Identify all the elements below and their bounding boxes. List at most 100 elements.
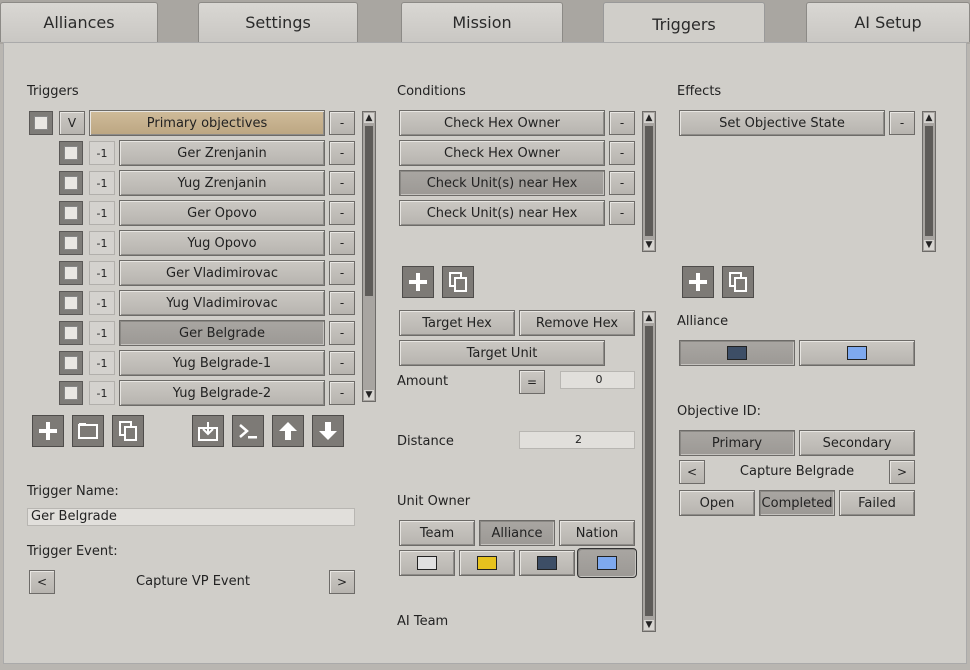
condition-row[interactable]: Check Hex Owner — [399, 140, 605, 166]
tab-ai-setup[interactable]: AI Setup — [806, 2, 970, 42]
alliance-color-navy[interactable] — [679, 340, 795, 366]
add-effect-button[interactable] — [682, 266, 714, 298]
copy-condition-button[interactable] — [442, 266, 474, 298]
owner-color-yellow[interactable] — [459, 550, 515, 576]
trigger-row[interactable]: Yug Zrenjanin — [119, 170, 325, 196]
owner-color-navy[interactable] — [519, 550, 575, 576]
trigger-row-checkbox[interactable] — [59, 381, 83, 405]
scroll-up-icon[interactable]: ▲ — [644, 113, 654, 123]
condition-row[interactable]: Check Hex Owner — [399, 110, 605, 136]
tab-triggers[interactable]: Triggers — [603, 2, 765, 46]
copy-trigger-button[interactable] — [112, 415, 144, 447]
trigger-row[interactable]: Yug Belgrade-2 — [119, 380, 325, 406]
trigger-row[interactable]: Ger Vladimirovac — [119, 260, 325, 286]
remove-trigger-button[interactable]: - — [329, 381, 355, 405]
scroll-thumb[interactable] — [925, 126, 933, 236]
effects-scrollbar[interactable]: ▲ ▼ — [922, 111, 936, 252]
trigger-group-checkbox[interactable] — [29, 111, 53, 135]
target-hex-button[interactable]: Target Hex — [399, 310, 515, 336]
trigger-row-checkbox[interactable] — [59, 261, 83, 285]
scroll-down-icon[interactable]: ▼ — [644, 620, 654, 630]
alliance-color-blue[interactable] — [799, 340, 915, 366]
remove-trigger-button[interactable]: - — [329, 231, 355, 255]
state-failed-button[interactable]: Failed — [839, 490, 915, 516]
scroll-down-icon[interactable]: ▼ — [924, 240, 934, 250]
trigger-name-input[interactable]: Ger Belgrade — [27, 508, 355, 526]
remove-trigger-button[interactable]: - — [329, 261, 355, 285]
scroll-thumb[interactable] — [645, 326, 653, 616]
distance-input[interactable]: 2 — [519, 431, 635, 449]
scroll-down-icon[interactable]: ▼ — [364, 390, 374, 400]
event-prev-button[interactable]: < — [29, 570, 55, 594]
trigger-row-checkbox[interactable] — [59, 321, 83, 345]
remove-hex-button[interactable]: Remove Hex — [519, 310, 635, 336]
conditions-scrollbar[interactable]: ▲ ▼ — [642, 111, 656, 252]
add-folder-button[interactable] — [72, 415, 104, 447]
remove-trigger-button[interactable]: - — [329, 201, 355, 225]
tab-mission[interactable]: Mission — [401, 2, 563, 42]
trigger-row[interactable]: Ger Zrenjanin — [119, 140, 325, 166]
copy-effect-button[interactable] — [722, 266, 754, 298]
trigger-row[interactable]: Yug Vladimirovac — [119, 290, 325, 316]
remove-trigger-button[interactable]: - — [329, 321, 355, 345]
event-next-button[interactable]: > — [329, 570, 355, 594]
tab-alliances[interactable]: Alliances — [0, 2, 158, 42]
expand-toggle-button[interactable]: V — [59, 111, 85, 135]
effect-set-objective-state[interactable]: Set Objective State — [679, 110, 885, 136]
remove-condition-button[interactable]: - — [609, 201, 635, 225]
trigger-row-checkbox[interactable] — [59, 141, 83, 165]
state-open-button[interactable]: Open — [679, 490, 755, 516]
owner-tab-alliance[interactable]: Alliance — [479, 520, 555, 546]
trigger-row-checkbox[interactable] — [59, 351, 83, 375]
scroll-up-icon[interactable]: ▲ — [644, 313, 654, 323]
condition-row[interactable]: Check Unit(s) near Hex — [399, 170, 605, 196]
trigger-row-checkbox[interactable] — [59, 201, 83, 225]
scroll-thumb[interactable] — [645, 126, 653, 236]
remove-trigger-button[interactable]: - — [329, 291, 355, 315]
amount-operator-button[interactable]: = — [519, 370, 545, 394]
objective-tab-primary[interactable]: Primary — [679, 430, 795, 456]
add-condition-button[interactable] — [402, 266, 434, 298]
trigger-row[interactable]: Ger Opovo — [119, 200, 325, 226]
remove-trigger-button[interactable]: - — [329, 351, 355, 375]
trigger-row[interactable]: Yug Opovo — [119, 230, 325, 256]
copy-icon — [119, 421, 137, 441]
trigger-row[interactable]: Ger Belgrade — [119, 320, 325, 346]
import-button[interactable] — [192, 415, 224, 447]
remove-condition-button[interactable]: - — [609, 141, 635, 165]
owner-color-white[interactable] — [399, 550, 455, 576]
tab-settings[interactable]: Settings — [198, 2, 358, 42]
condition-row[interactable]: Check Unit(s) near Hex — [399, 200, 605, 226]
remove-effect-button[interactable]: - — [889, 111, 915, 135]
trigger-row-number: -1 — [89, 231, 115, 255]
owner-tab-nation[interactable]: Nation — [559, 520, 635, 546]
trigger-row[interactable]: Yug Belgrade-1 — [119, 350, 325, 376]
trigger-row-checkbox[interactable] — [59, 231, 83, 255]
owner-color-blue[interactable] — [577, 548, 637, 578]
trigger-row-checkbox[interactable] — [59, 291, 83, 315]
owner-tab-team[interactable]: Team — [399, 520, 475, 546]
scroll-thumb[interactable] — [365, 126, 373, 296]
objective-next-button[interactable]: > — [889, 460, 915, 484]
scroll-up-icon[interactable]: ▲ — [924, 113, 934, 123]
add-trigger-button[interactable] — [32, 415, 64, 447]
triggers-scrollbar[interactable]: ▲ ▼ — [362, 111, 376, 402]
remove-condition-button[interactable]: - — [609, 111, 635, 135]
scroll-up-icon[interactable]: ▲ — [364, 113, 374, 123]
objective-prev-button[interactable]: < — [679, 460, 705, 484]
move-up-button[interactable] — [272, 415, 304, 447]
remove-trigger-button[interactable]: - — [329, 171, 355, 195]
condition-details-scrollbar[interactable]: ▲ ▼ — [642, 311, 656, 632]
amount-input[interactable]: 0 — [560, 371, 635, 389]
state-completed-button[interactable]: Completed — [759, 490, 835, 516]
remove-group-button[interactable]: - — [329, 111, 355, 135]
remove-condition-button[interactable]: - — [609, 171, 635, 195]
scroll-down-icon[interactable]: ▼ — [644, 240, 654, 250]
remove-trigger-button[interactable]: - — [329, 141, 355, 165]
move-down-button[interactable] — [312, 415, 344, 447]
trigger-row-checkbox[interactable] — [59, 171, 83, 195]
target-unit-button[interactable]: Target Unit — [399, 340, 605, 366]
objective-tab-secondary[interactable]: Secondary — [799, 430, 915, 456]
trigger-group-primary-objectives[interactable]: Primary objectives — [89, 110, 325, 136]
console-button[interactable] — [232, 415, 264, 447]
